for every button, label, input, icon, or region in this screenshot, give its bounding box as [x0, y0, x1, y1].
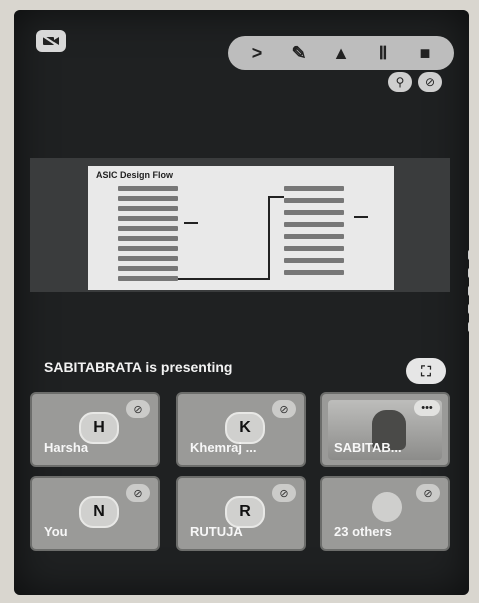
pen-icon: ✎ — [291, 42, 307, 63]
mini-controls: ⚲ ⊘ — [388, 72, 442, 92]
participant-name: Khemraj ... — [190, 440, 257, 455]
flow-box — [284, 246, 344, 251]
expand-button[interactable]: > — [244, 40, 270, 66]
participant-name: SABITAB... — [334, 440, 402, 455]
pin-button[interactable]: ⚲ — [388, 72, 412, 92]
mic-off-icon: ⊘ — [416, 484, 440, 502]
flow-connector — [354, 216, 368, 218]
pause-button[interactable]: Ⅱ — [370, 40, 396, 66]
participant-name: You — [44, 524, 68, 539]
others-tile[interactable]: ⊘ 23 others — [320, 476, 450, 551]
shared-slide: ASIC Design Flow — [88, 166, 394, 290]
flow-box — [284, 186, 344, 191]
flow-connector — [268, 196, 284, 198]
stop-icon: ■ — [419, 42, 431, 63]
mic-off-icon: ⊘ — [126, 484, 150, 502]
group-avatar — [372, 492, 402, 522]
presenter-toolbar: > ✎ ▲ Ⅱ ■ — [228, 36, 454, 70]
flow-box — [118, 216, 178, 221]
slide-title: ASIC Design Flow — [96, 170, 174, 180]
participant-tile[interactable]: ⊘ K Khemraj ... — [176, 392, 306, 467]
shared-screen: ASIC Design Flow — [30, 158, 450, 292]
mic-off-icon: ⊘ — [272, 484, 296, 502]
mic-off-icon: ⊘ — [126, 400, 150, 418]
audio-off-icon: ⊘ — [424, 75, 436, 89]
flow-connector — [178, 278, 268, 280]
flow-box — [284, 258, 344, 263]
flow-box — [284, 210, 344, 215]
participant-name: Harsha — [44, 440, 89, 455]
participant-tile[interactable]: ⊘ R RUTUJA — [176, 476, 306, 551]
person-icon: ▲ — [332, 42, 350, 63]
scroll-indicator[interactable] — [468, 250, 469, 360]
flow-box — [118, 246, 178, 251]
chevron-right-icon: > — [251, 42, 263, 63]
flow-box — [284, 222, 344, 227]
fullscreen-icon: ⛶ — [421, 362, 431, 379]
flow-box — [284, 234, 344, 239]
flow-box — [118, 186, 178, 191]
flow-box — [284, 198, 344, 203]
others-count: 23 others — [334, 524, 392, 539]
camera-off-icon — [42, 35, 59, 47]
presenting-status: SABITABRATA is presenting — [44, 359, 233, 375]
flow-box — [118, 256, 178, 261]
meeting-screen: > ✎ ▲ Ⅱ ■ ⚲ ⊘ ASIC Design Flow SABITABRA… — [14, 10, 469, 595]
stop-share-button[interactable]: ■ — [412, 40, 438, 66]
flow-box — [284, 270, 344, 275]
flow-box — [118, 226, 178, 231]
flow-connector — [184, 222, 198, 224]
more-options-icon[interactable]: ••• — [414, 400, 440, 416]
flow-box — [118, 276, 178, 281]
camera-off-button[interactable] — [36, 30, 66, 52]
flow-box — [118, 236, 178, 241]
participant-video-tile[interactable]: ••• SABITAB... — [320, 392, 450, 467]
participant-tile[interactable]: ⊘ H Harsha — [30, 392, 160, 467]
flow-box — [118, 206, 178, 211]
pin-icon: ⚲ — [395, 75, 405, 89]
avatar: N — [79, 496, 119, 528]
participant-name: RUTUJA — [190, 524, 243, 539]
pause-icon: Ⅱ — [378, 42, 388, 63]
flow-box — [118, 266, 178, 271]
participant-tile[interactable]: ⊘ N You — [30, 476, 160, 551]
mic-off-icon: ⊘ — [272, 400, 296, 418]
flow-connector — [268, 196, 270, 280]
annotate-button[interactable]: ✎ — [286, 40, 312, 66]
fullscreen-button[interactable]: ⛶ — [406, 358, 446, 384]
presenter-button[interactable]: ▲ — [328, 40, 354, 66]
flow-box — [118, 196, 178, 201]
audio-toggle-button[interactable]: ⊘ — [418, 72, 442, 92]
